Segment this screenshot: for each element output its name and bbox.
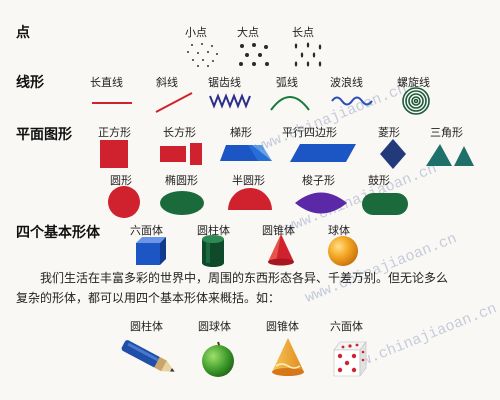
green-cylinder-solid	[202, 235, 224, 267]
straight-line-icon	[92, 102, 132, 104]
red-rectangle-shape-2	[190, 143, 202, 165]
label-small-dots: 小点	[185, 26, 207, 39]
label-rectangle: 长方形	[163, 126, 196, 139]
label-triangle: 三角形	[430, 126, 463, 139]
arc-line-icon	[270, 96, 310, 111]
green-ellipse-shape	[160, 191, 204, 215]
pen-cylinder-example-image	[121, 340, 175, 372]
label-example-sphere: 圆球体	[198, 320, 231, 333]
label-shuttle: 梭子形	[302, 174, 335, 187]
cone-dessert-example-image	[272, 338, 304, 376]
navy-rhombus-shape	[380, 139, 406, 169]
long-dots-icon	[294, 42, 322, 67]
label-long-dots: 长点	[292, 26, 314, 39]
red-rectangle-shape	[160, 146, 186, 162]
section-heading-points: 点	[16, 25, 30, 41]
spiral-line-icon	[402, 87, 430, 115]
zigzag-line-icon	[209, 93, 251, 109]
green-drum-shape	[362, 193, 408, 215]
label-zigzag-line: 锯齿线	[208, 76, 241, 89]
label-square: 正方形	[98, 126, 131, 139]
wave-line-icon	[331, 96, 373, 106]
red-circle-shape	[108, 186, 140, 218]
paragraph-line-1: 我们生活在丰富多彩的世界中，周围的东西形态各异、千差万别。但无论多么	[40, 271, 449, 285]
teal-triangles-shape	[426, 144, 474, 166]
slanted-line-icon	[155, 92, 193, 113]
big-dots-icon	[239, 43, 269, 66]
dice-cube-example-image	[333, 341, 367, 377]
label-big-dots: 大点	[237, 26, 259, 39]
label-straight-line: 长直线	[90, 76, 123, 89]
label-slanted-line: 斜线	[156, 76, 178, 89]
blue-cube-solid	[136, 237, 166, 265]
orange-sphere-solid	[328, 236, 358, 266]
section-heading-plane-shapes: 平面图形	[16, 127, 72, 143]
section-heading-solids: 四个基本形体	[16, 225, 100, 241]
apple-sphere-example-image	[202, 341, 234, 377]
red-semicircle-shape	[228, 188, 272, 210]
small-dots-icon	[187, 43, 218, 67]
section-heading-lines: 线形	[16, 75, 44, 91]
label-example-cylinder: 圆柱体	[130, 320, 163, 333]
red-cone-solid	[268, 234, 294, 266]
purple-shuttle-shape	[295, 192, 347, 214]
label-arc-line: 弧线	[276, 76, 298, 89]
label-drum: 鼓形	[368, 174, 390, 187]
paragraph-line-2: 复杂的形体，都可以用四个基本形体来概括。如：	[16, 291, 281, 305]
label-ellipse: 椭圆形	[165, 174, 198, 187]
label-parallelogram: 平行四边形	[282, 126, 337, 139]
blue-parallelogram-shape	[290, 144, 356, 162]
blue-trapezoid-shape	[220, 145, 272, 161]
red-square-shape	[100, 140, 128, 168]
label-trapezoid: 梯形	[230, 126, 252, 139]
label-example-cube: 六面体	[330, 320, 363, 333]
label-example-cone: 圆锥体	[266, 320, 299, 333]
label-wave-line: 波浪线	[330, 76, 363, 89]
body-paragraph: 我们生活在丰富多彩的世界中，周围的东西形态各异、千差万别。但无论多么 复杂的形体…	[16, 268, 496, 308]
